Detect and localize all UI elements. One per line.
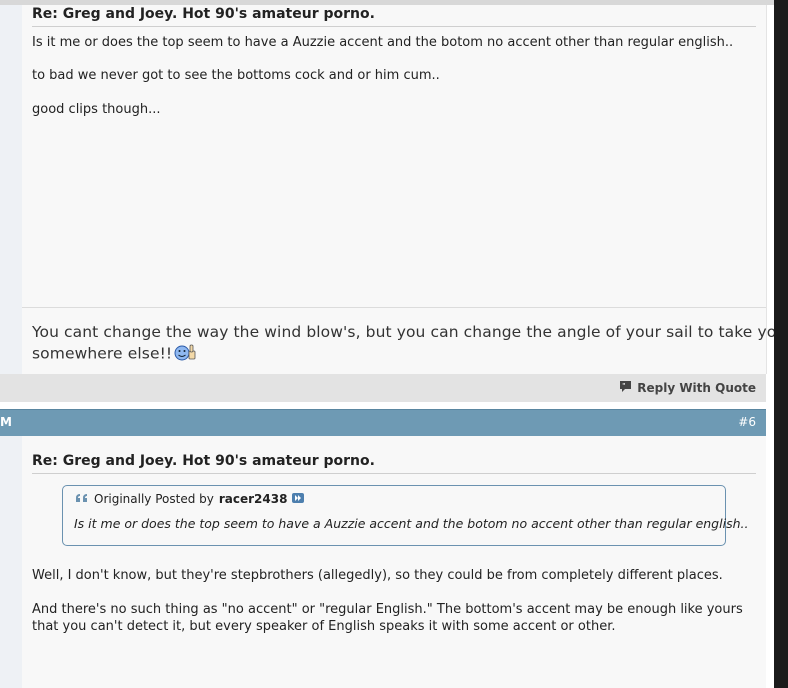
view-post-arrow-icon[interactable] — [292, 492, 305, 506]
post-body-line: good clips though... — [32, 102, 161, 117]
post-header-bar: M #6 — [0, 409, 766, 436]
title-divider — [32, 26, 756, 27]
post-body-line: Well, I don't know, but they're stepbrot… — [32, 568, 723, 583]
speech-bubble-quote-icon: " — [619, 380, 632, 396]
post-body-line: Is it me or does the top seem to have a … — [32, 35, 734, 50]
left-gutter — [0, 5, 22, 374]
signature-divider — [22, 307, 766, 308]
signature-text: somewhere else!! — [32, 344, 173, 363]
quote-header: Originally Posted by racer2438 — [75, 492, 305, 506]
signature-line: You cant change the way the wind blow's,… — [32, 323, 787, 341]
title-divider — [32, 473, 756, 474]
quote-author[interactable]: racer2438 — [219, 492, 288, 506]
post-date-fragment: M — [0, 415, 12, 429]
double-quote-icon — [75, 492, 89, 506]
reply-label: Reply With Quote — [637, 381, 756, 395]
quote-block: Originally Posted by racer2438 Is it me … — [62, 485, 748, 546]
left-gutter — [0, 436, 22, 688]
post-body-line: that you can't detect it, but every spea… — [32, 619, 616, 634]
quote-prefix: Originally Posted by — [94, 492, 214, 506]
previous-post: Re: Greg and Joey. Hot 90's amateur porn… — [22, 5, 786, 374]
post-body-line: to bad we never got to see the bottoms c… — [32, 68, 440, 83]
post-number-link[interactable]: #6 — [738, 415, 756, 429]
reply-with-quote-button[interactable]: " Reply With Quote — [619, 380, 756, 396]
post-footer: " Reply With Quote — [0, 374, 766, 402]
post-title: Re: Greg and Joey. Hot 90's amateur porn… — [32, 6, 375, 22]
current-post: Re: Greg and Joey. Hot 90's amateur porn… — [22, 436, 766, 688]
quote-text: Is it me or does the top seem to have a … — [74, 516, 749, 531]
signature-line: somewhere else!! — [32, 343, 198, 365]
window-edge — [774, 0, 788, 688]
post-title: Re: Greg and Joey. Hot 90's amateur porn… — [32, 453, 375, 469]
svg-text:": " — [623, 383, 626, 390]
post-body-line: And there's no such thing as "no accent"… — [32, 602, 743, 617]
thumbs-up-smiley-icon — [174, 343, 198, 365]
